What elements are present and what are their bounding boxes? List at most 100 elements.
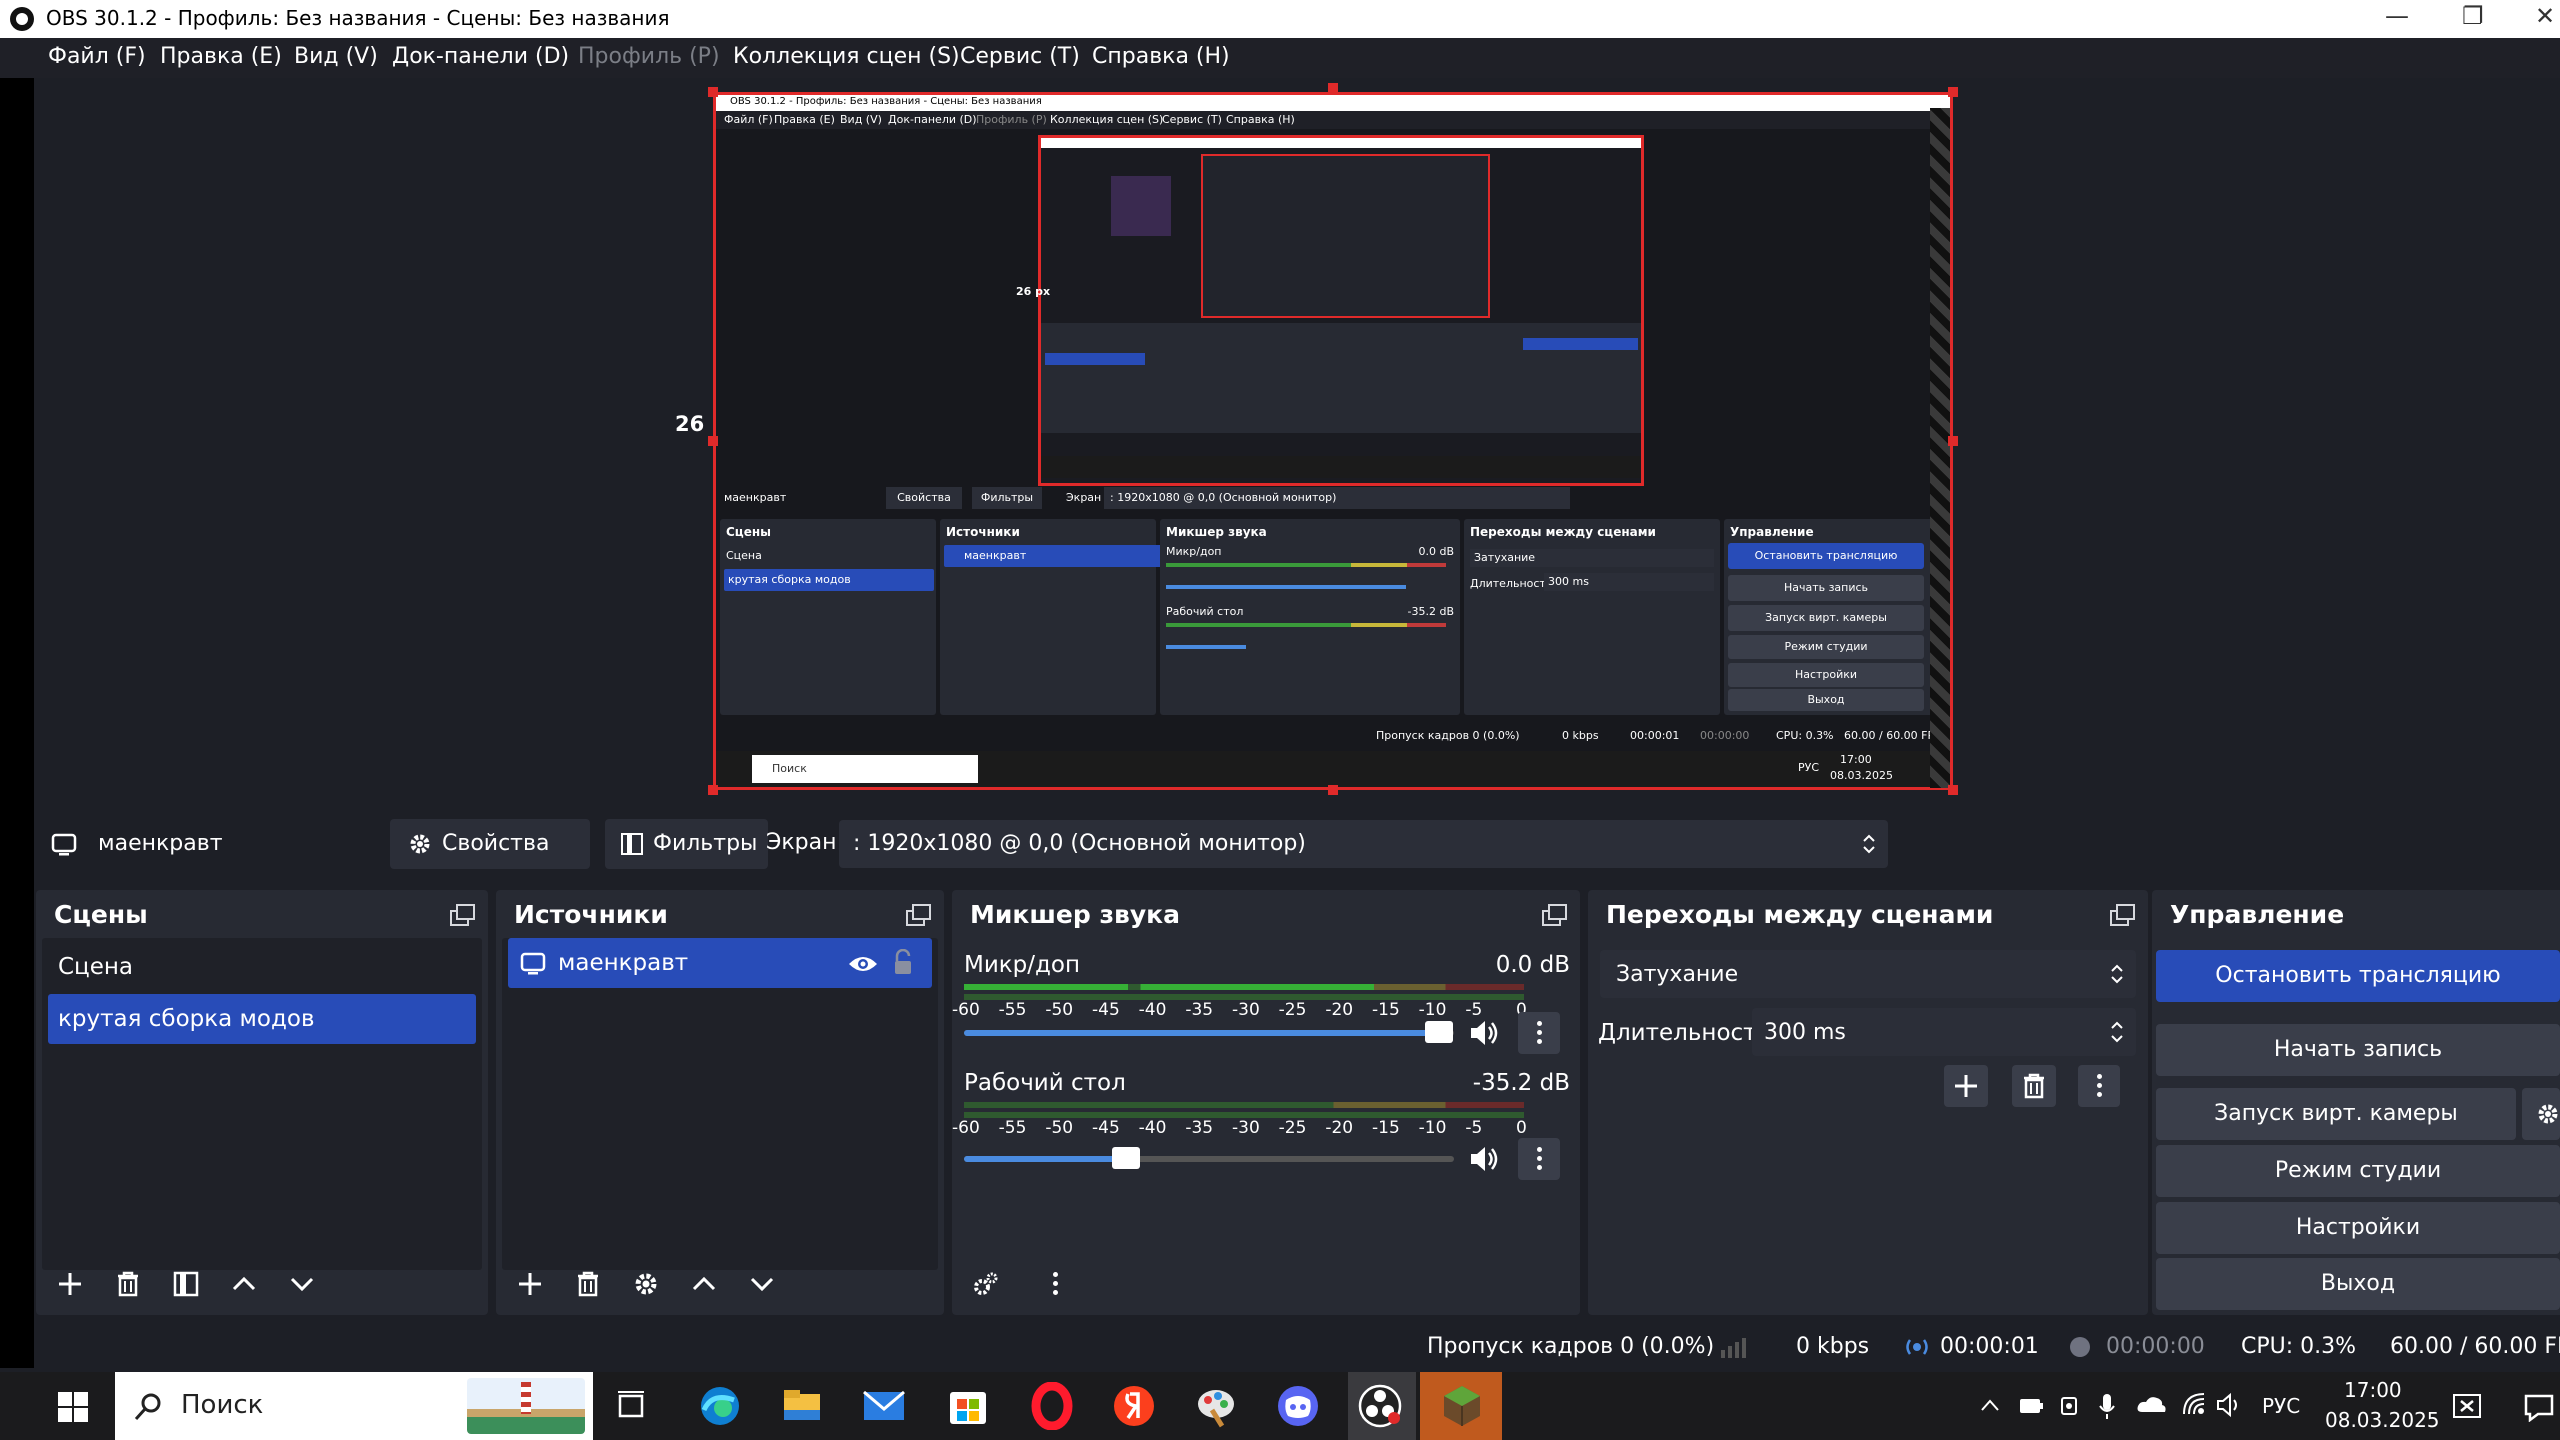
updown-arrows-icon bbox=[2111, 964, 2123, 984]
remove-scene-button[interactable] bbox=[106, 1263, 150, 1305]
settings-button[interactable]: Настройки bbox=[2156, 1202, 2560, 1254]
add-scene-button[interactable] bbox=[48, 1263, 92, 1305]
channel-menu-button[interactable] bbox=[1518, 1012, 1560, 1054]
menu-view[interactable]: Вид (V) bbox=[294, 44, 378, 69]
clock-time[interactable]: 17:00 bbox=[2344, 1378, 2402, 1402]
exit-button[interactable]: Выход bbox=[2156, 1258, 2560, 1310]
menu-scene-collection[interactable]: Коллекция сцен (S) bbox=[733, 44, 960, 69]
undock-icon[interactable] bbox=[1542, 904, 1567, 926]
onedrive-icon[interactable] bbox=[2136, 1394, 2166, 1414]
mail-icon[interactable] bbox=[860, 1382, 908, 1430]
add-source-button[interactable] bbox=[508, 1263, 552, 1305]
selected-source-name: маенкравт bbox=[98, 831, 223, 856]
duration-spinbox[interactable]: 300 ms bbox=[1752, 1008, 2136, 1056]
menu-docks[interactable]: Док-панели (D) bbox=[392, 44, 569, 69]
paint-icon[interactable] bbox=[1192, 1382, 1240, 1430]
notifications-icon[interactable] bbox=[2524, 1392, 2554, 1422]
screen-capture-icon[interactable] bbox=[2452, 1392, 2482, 1420]
source-properties-button[interactable] bbox=[624, 1263, 668, 1305]
mini-screen-label: Экран bbox=[1066, 491, 1102, 504]
db-scale-tick: -20 bbox=[1325, 1000, 1354, 1020]
mini-transitions-header: Переходы между сценами bbox=[1470, 525, 1656, 539]
scene-item[interactable]: Сцена bbox=[48, 942, 476, 992]
clock-date[interactable]: 08.03.2025 bbox=[2325, 1408, 2440, 1432]
resize-handle[interactable] bbox=[708, 785, 718, 795]
mini-scene-item: крутая сборка модов bbox=[724, 569, 934, 591]
eye-icon[interactable] bbox=[848, 954, 878, 974]
virtual-camera-settings-button[interactable] bbox=[2522, 1088, 2560, 1140]
resize-handle[interactable] bbox=[708, 436, 718, 446]
resize-handle[interactable] bbox=[1328, 83, 1338, 93]
add-transition-button[interactable] bbox=[1944, 1065, 1988, 1107]
mixer-menu-button[interactable] bbox=[1034, 1263, 1076, 1305]
microsoft-store-icon[interactable] bbox=[944, 1382, 992, 1430]
volume-knob[interactable] bbox=[1425, 1021, 1454, 1043]
menu-tools[interactable]: Сервис (T) bbox=[960, 44, 1080, 69]
wifi-icon[interactable] bbox=[2182, 1392, 2206, 1416]
preview-capture[interactable]: OBS 30.1.2 - Профиль: Без названия - Сце… bbox=[713, 92, 1953, 790]
speaker-icon[interactable] bbox=[1468, 1144, 1500, 1174]
opera-icon[interactable] bbox=[1028, 1382, 1076, 1430]
lock-icon[interactable] bbox=[892, 949, 914, 975]
screen-select[interactable]: : 1920x1080 @ 0,0 (Основной монитор) bbox=[839, 820, 1888, 868]
volume-slider-mic[interactable] bbox=[964, 1021, 1454, 1043]
mixer-advanced-button[interactable] bbox=[964, 1263, 1008, 1305]
volume-icon[interactable] bbox=[2216, 1392, 2244, 1418]
remove-source-button[interactable] bbox=[566, 1263, 610, 1305]
windows-start-icon[interactable] bbox=[58, 1392, 88, 1422]
resize-handle[interactable] bbox=[1948, 87, 1958, 97]
undock-icon[interactable] bbox=[906, 904, 931, 926]
undock-icon[interactable] bbox=[2110, 904, 2135, 926]
move-source-down-button[interactable] bbox=[740, 1263, 784, 1305]
search-highlight-image bbox=[467, 1378, 585, 1434]
volume-knob[interactable] bbox=[1111, 1147, 1140, 1169]
menu-file[interactable]: Файл (F) bbox=[48, 44, 146, 69]
resize-handle[interactable] bbox=[1948, 785, 1958, 795]
remove-transition-button[interactable] bbox=[2012, 1065, 2056, 1107]
menu-help[interactable]: Справка (H) bbox=[1092, 44, 1230, 69]
scene-filters-button[interactable] bbox=[164, 1263, 208, 1305]
transition-menu-button[interactable] bbox=[2078, 1065, 2120, 1107]
chevron-up-icon[interactable] bbox=[1980, 1398, 2000, 1412]
move-scene-up-button[interactable] bbox=[222, 1263, 266, 1305]
spin-arrows-icon[interactable] bbox=[2110, 1018, 2124, 1046]
language-indicator[interactable]: РУС bbox=[2262, 1394, 2300, 1418]
minecraft-icon[interactable] bbox=[1438, 1382, 1486, 1430]
file-explorer-icon[interactable] bbox=[778, 1382, 826, 1430]
task-view-icon[interactable] bbox=[608, 1382, 656, 1430]
volume-fill bbox=[964, 1030, 1440, 1036]
undock-icon[interactable] bbox=[450, 904, 475, 926]
camera-icon[interactable] bbox=[2060, 1394, 2082, 1418]
battery-icon[interactable] bbox=[2018, 1394, 2044, 1418]
channel-menu-button[interactable] bbox=[1518, 1138, 1560, 1180]
filters-button[interactable]: Фильтры bbox=[605, 819, 768, 869]
scene-item-selected[interactable]: крутая сборка модов bbox=[48, 994, 476, 1044]
transition-select[interactable]: Затухание bbox=[1600, 950, 2136, 998]
menu-profile[interactable]: Профиль (P) bbox=[578, 44, 720, 69]
restore-button[interactable]: ❐ bbox=[2462, 2, 2484, 30]
close-button[interactable]: ✕ bbox=[2535, 2, 2555, 30]
discord-icon[interactable] bbox=[1274, 1382, 1322, 1430]
trash-icon bbox=[2024, 1073, 2044, 1099]
start-virtual-camera-button[interactable]: Запуск вирт. камеры bbox=[2156, 1088, 2516, 1140]
move-source-up-button[interactable] bbox=[682, 1263, 726, 1305]
obs-studio-icon[interactable] bbox=[1356, 1382, 1404, 1430]
microphone-icon[interactable] bbox=[2098, 1392, 2116, 1420]
yandex-browser-icon[interactable] bbox=[1110, 1382, 1158, 1430]
start-recording-button[interactable]: Начать запись bbox=[2156, 1024, 2560, 1076]
properties-button[interactable]: Свойства bbox=[390, 819, 590, 869]
edge-icon[interactable] bbox=[696, 1382, 744, 1430]
resize-handle[interactable] bbox=[1328, 785, 1338, 795]
transition-select-value: Затухание bbox=[1616, 962, 1739, 987]
menu-edit[interactable]: Правка (E) bbox=[160, 44, 282, 69]
move-scene-down-button[interactable] bbox=[280, 1263, 324, 1305]
speaker-icon[interactable] bbox=[1468, 1018, 1500, 1048]
volume-slider-desktop[interactable] bbox=[964, 1147, 1454, 1169]
studio-mode-button[interactable]: Режим студии bbox=[2156, 1145, 2560, 1197]
stop-streaming-button[interactable]: Остановить трансляцию bbox=[2156, 950, 2560, 1002]
taskbar-search[interactable]: Поиск bbox=[115, 1372, 593, 1440]
resize-handle[interactable] bbox=[708, 87, 718, 97]
minimize-button[interactable]: — bbox=[2385, 2, 2409, 30]
mini-title: OBS 30.1.2 - Профиль: Без названия - Сце… bbox=[730, 96, 1042, 107]
resize-handle[interactable] bbox=[1948, 436, 1958, 446]
